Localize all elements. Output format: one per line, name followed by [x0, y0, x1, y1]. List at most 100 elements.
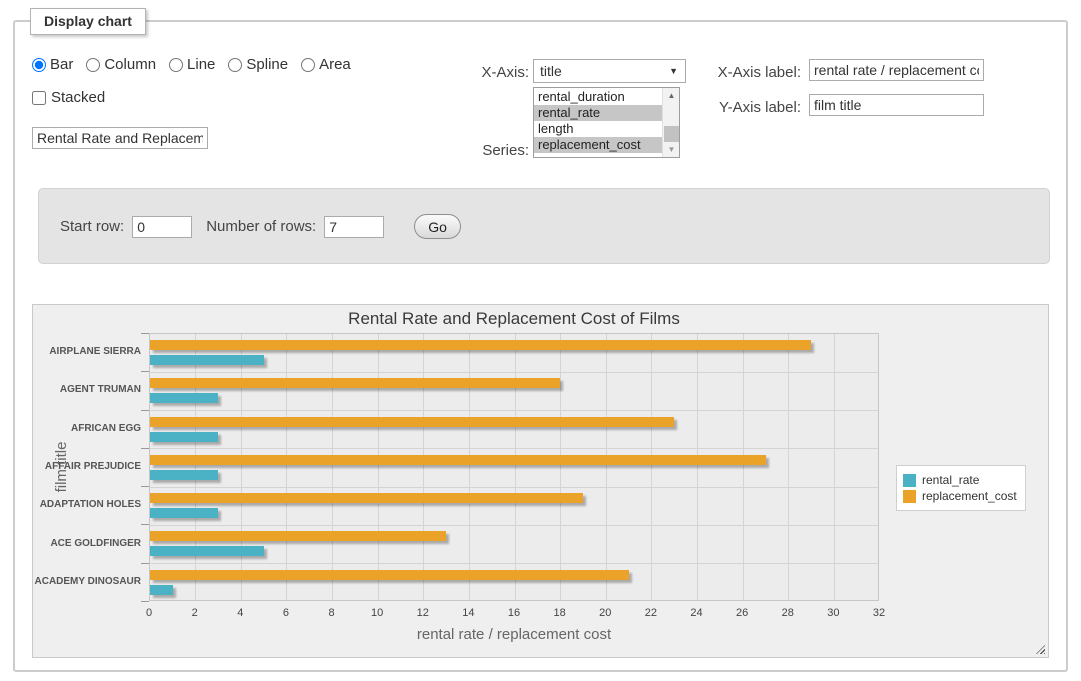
gridline-vertical — [423, 334, 424, 600]
bar-rental_rate[interactable] — [150, 546, 264, 556]
series-option-rental_duration[interactable]: rental_duration — [534, 89, 662, 105]
resize-grip-icon[interactable] — [1036, 645, 1045, 654]
bar-rental_rate[interactable] — [150, 355, 264, 365]
x-tick-label: 30 — [818, 607, 848, 619]
x-tick-label: 20 — [590, 607, 620, 619]
y-tick-mark — [141, 333, 149, 334]
series-option-replacement_cost[interactable]: replacement_cost — [534, 137, 662, 153]
chart-title-input[interactable] — [32, 127, 208, 149]
series-label: Series: — [447, 142, 529, 159]
chart-title: Rental Rate and Replacement Cost of Film… — [149, 309, 879, 329]
x-tick-label: 26 — [727, 607, 757, 619]
plot-area — [149, 333, 879, 601]
gridline-vertical — [697, 334, 698, 600]
category-label: AGENT TRUMAN — [33, 384, 141, 395]
x-axis-label-input[interactable] — [809, 59, 984, 81]
gridline-vertical — [560, 334, 561, 600]
chart-legend: rental_rate replacement_cost — [896, 465, 1026, 511]
gridline-vertical — [195, 334, 196, 600]
chart-type-label: Line — [187, 56, 215, 73]
scrollbar-thumb[interactable] — [664, 126, 679, 142]
y-tick-mark — [141, 371, 149, 372]
chart-type-radio-column[interactable] — [86, 58, 100, 72]
category-label: AFFAIR PREJUDICE — [33, 461, 141, 472]
gridline-horizontal — [150, 372, 878, 373]
gridline-horizontal — [150, 525, 878, 526]
number-of-rows-label: Number of rows: — [206, 218, 316, 235]
chart-type-radio-area[interactable] — [301, 58, 315, 72]
chart-type-label: Bar — [50, 56, 73, 73]
stacked-label: Stacked — [51, 89, 105, 106]
x-axis-select[interactable]: title ▼ — [533, 59, 686, 83]
x-tick-label: 12 — [408, 607, 438, 619]
chart-type-radio-line[interactable] — [169, 58, 183, 72]
x-tick-label: 14 — [453, 607, 483, 619]
chart-type-option-bar[interactable]: Bar — [32, 56, 73, 73]
bar-replacement_cost[interactable] — [150, 570, 629, 580]
series-option-length[interactable]: length — [534, 121, 662, 137]
series-listbox[interactable]: rental_durationrental_ratelengthreplacem… — [533, 87, 680, 158]
gridline-vertical — [286, 334, 287, 600]
bar-rental_rate[interactable] — [150, 508, 218, 518]
y-tick-mark — [141, 524, 149, 525]
x-tick-label: 32 — [864, 607, 894, 619]
x-axis-select-label: X-Axis: — [447, 64, 529, 81]
x-tick-label: 22 — [636, 607, 666, 619]
x-tick-label: 6 — [271, 607, 301, 619]
legend-swatch — [903, 490, 916, 503]
x-tick-label: 24 — [682, 607, 712, 619]
bar-replacement_cost[interactable] — [150, 493, 583, 503]
category-label: AIRPLANE SIERRA — [33, 346, 141, 357]
x-tick-label: 4 — [225, 607, 255, 619]
gridline-vertical — [743, 334, 744, 600]
x-tick-label: 16 — [499, 607, 529, 619]
series-scrollbar[interactable]: ▲ ▼ — [662, 88, 679, 157]
stacked-row[interactable]: Stacked — [32, 89, 105, 106]
x-tick-label: 0 — [134, 607, 164, 619]
chart-type-radio-spline[interactable] — [228, 58, 242, 72]
y-axis-label-input[interactable] — [809, 94, 984, 116]
go-button[interactable]: Go — [414, 214, 461, 239]
category-label: ADAPTATION HOLES — [33, 499, 141, 510]
bar-rental_rate[interactable] — [150, 470, 218, 480]
gridline-horizontal — [150, 410, 878, 411]
bar-replacement_cost[interactable] — [150, 531, 446, 541]
chart-type-option-spline[interactable]: Spline — [228, 56, 288, 73]
x-tick-label: 18 — [545, 607, 575, 619]
legend-label: rental_rate — [922, 473, 979, 487]
stacked-checkbox[interactable] — [32, 91, 46, 105]
fieldset-legend-text: Display chart — [44, 13, 132, 29]
category-label: ACE GOLDFINGER — [33, 538, 141, 549]
gridline-vertical — [469, 334, 470, 600]
bar-replacement_cost[interactable] — [150, 378, 560, 388]
gridline-horizontal — [150, 487, 878, 488]
gridline-horizontal — [150, 448, 878, 449]
bar-rental_rate[interactable] — [150, 585, 173, 595]
chart-type-radio-bar[interactable] — [32, 58, 46, 72]
chart-type-option-column[interactable]: Column — [86, 56, 156, 73]
chart-type-label: Column — [104, 56, 156, 73]
scroll-up-icon[interactable]: ▲ — [663, 88, 680, 103]
scroll-down-icon[interactable]: ▼ — [663, 142, 680, 157]
fieldset-legend: Display chart — [30, 8, 146, 35]
bar-rental_rate[interactable] — [150, 432, 218, 442]
bar-replacement_cost[interactable] — [150, 417, 674, 427]
number-of-rows-input[interactable] — [324, 216, 384, 238]
y-tick-mark — [141, 410, 149, 411]
start-row-input[interactable] — [132, 216, 192, 238]
rows-panel: Start row: Number of rows: Go — [38, 188, 1050, 264]
series-option-rental_rate[interactable]: rental_rate — [534, 105, 662, 121]
start-row-label: Start row: — [60, 218, 124, 235]
gridline-vertical — [606, 334, 607, 600]
chart-type-option-line[interactable]: Line — [169, 56, 215, 73]
bar-replacement_cost[interactable] — [150, 340, 811, 350]
y-tick-mark — [141, 486, 149, 487]
chart-type-option-area[interactable]: Area — [301, 56, 351, 73]
bar-rental_rate[interactable] — [150, 393, 218, 403]
y-axis-label-label: Y-Axis label: — [705, 99, 801, 116]
legend-item-replacement_cost: replacement_cost — [903, 489, 1017, 503]
y-tick-mark — [141, 601, 149, 602]
x-tick-label: 28 — [773, 607, 803, 619]
gridline-vertical — [788, 334, 789, 600]
bar-replacement_cost[interactable] — [150, 455, 766, 465]
